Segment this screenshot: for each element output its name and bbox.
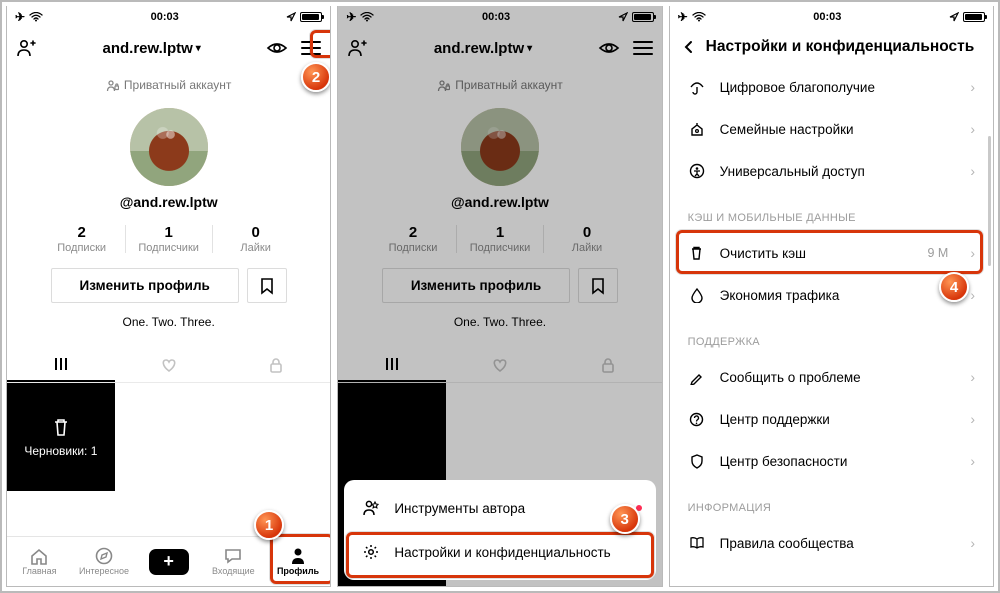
nav-discover[interactable]: Интересное bbox=[72, 537, 137, 586]
profile-title[interactable]: and.rew.lptw▾ bbox=[103, 40, 201, 57]
private-banner[interactable]: Приватный аккаунт bbox=[19, 72, 318, 98]
nav-profile[interactable]: Профиль bbox=[266, 537, 331, 586]
chevron-down-icon: ▾ bbox=[196, 43, 201, 54]
location-icon bbox=[286, 12, 296, 22]
user-star-icon bbox=[362, 499, 380, 517]
row-wellbeing[interactable]: Цифровое благополучие› bbox=[670, 66, 993, 108]
section-info: ИНФОРМАЦИЯ bbox=[670, 482, 993, 522]
row-family[interactable]: Семейные настройки› bbox=[670, 108, 993, 150]
row-rules[interactable]: Правила сообщества› bbox=[670, 522, 993, 564]
chevron-right-icon: › bbox=[970, 287, 975, 303]
row-safety[interactable]: Центр безопасности› bbox=[670, 440, 993, 482]
battery-icon bbox=[300, 12, 322, 22]
row-clear-cache[interactable]: Очистить кэш9 M› bbox=[670, 232, 993, 274]
chevron-right-icon: › bbox=[970, 121, 975, 137]
status-bar: ✈ 00:03 bbox=[670, 6, 993, 28]
scrollbar[interactable] bbox=[988, 136, 991, 266]
person-circle-icon bbox=[688, 162, 706, 180]
status-time: 00:03 bbox=[151, 11, 179, 23]
edit-profile-button[interactable]: Изменить профиль bbox=[51, 268, 239, 303]
stat-likes[interactable]: 0Лайки bbox=[213, 224, 299, 254]
cache-size: 9 M bbox=[927, 246, 948, 260]
callout-1: 1 bbox=[254, 510, 284, 540]
chevron-right-icon: › bbox=[970, 245, 975, 261]
status-bar: ✈ 00:03 bbox=[7, 6, 330, 28]
callout-3: 3 bbox=[610, 504, 640, 534]
book-icon bbox=[688, 534, 706, 552]
chevron-right-icon: › bbox=[970, 453, 975, 469]
menu-icon[interactable] bbox=[300, 37, 322, 59]
row-help[interactable]: Центр поддержки› bbox=[670, 398, 993, 440]
sheet-settings[interactable]: Настройки и конфиденциальность bbox=[344, 530, 655, 574]
nav-create[interactable]: + bbox=[136, 537, 201, 586]
stats-row: 2Подписки 1Подписчики 0Лайки bbox=[7, 224, 330, 254]
screenshot-canvas: ✈ 00:03 and.rew.lptw▾ Приватный аккаунт … bbox=[0, 0, 1000, 593]
back-icon[interactable] bbox=[682, 40, 696, 54]
nav-home[interactable]: Главная bbox=[7, 537, 72, 586]
question-icon bbox=[688, 410, 706, 428]
home-icon bbox=[688, 120, 706, 138]
sheet-creator-tools[interactable]: Инструменты автора bbox=[344, 486, 655, 530]
callout-2: 2 bbox=[301, 62, 331, 92]
settings-header: Настройки и конфиденциальность bbox=[670, 28, 993, 66]
tab-private[interactable] bbox=[223, 347, 331, 382]
stat-followers[interactable]: 1Подписчики bbox=[126, 224, 212, 254]
trash-icon bbox=[688, 244, 706, 262]
action-sheet: Инструменты автора Настройки и конфиденц… bbox=[344, 480, 655, 580]
airplane-icon: ✈ bbox=[15, 10, 25, 24]
add-user-icon[interactable] bbox=[15, 37, 37, 59]
phone-1: ✈ 00:03 and.rew.lptw▾ Приватный аккаунт … bbox=[6, 6, 331, 587]
battery-icon bbox=[963, 12, 985, 22]
nav-inbox[interactable]: Входящие bbox=[201, 537, 266, 586]
phone-3: ✈ 00:03 Настройки и конфиденциальность Ц… bbox=[669, 6, 994, 587]
tab-posts[interactable] bbox=[7, 347, 115, 382]
bookmark-button[interactable] bbox=[247, 268, 287, 303]
content-grid: Черновики: 1 bbox=[7, 383, 330, 491]
profile-header: and.rew.lptw▾ bbox=[7, 28, 330, 68]
stat-following[interactable]: 2Подписки bbox=[39, 224, 125, 254]
airplane-icon: ✈ bbox=[678, 10, 688, 24]
shield-icon bbox=[688, 452, 706, 470]
settings-list[interactable]: Цифровое благополучие› Семейные настройк… bbox=[670, 66, 993, 586]
umbrella-icon bbox=[688, 78, 706, 96]
row-accessibility[interactable]: Универсальный доступ› bbox=[670, 150, 993, 192]
drafts-label: Черновики: 1 bbox=[24, 444, 97, 458]
username: @and.rew.lptw bbox=[7, 194, 330, 210]
chevron-right-icon: › bbox=[970, 411, 975, 427]
phone-2: ✈ 00:03 and.rew.lptw▾ Приватный аккаунт … bbox=[337, 6, 662, 587]
content-tabs bbox=[7, 347, 330, 383]
settings-title: Настройки и конфиденциальность bbox=[706, 38, 975, 56]
row-report[interactable]: Сообщить о проблеме› bbox=[670, 356, 993, 398]
status-time: 00:03 bbox=[813, 11, 841, 23]
chevron-right-icon: › bbox=[970, 79, 975, 95]
trash-icon bbox=[51, 416, 71, 438]
gear-icon bbox=[362, 543, 380, 561]
chevron-right-icon: › bbox=[970, 535, 975, 551]
wifi-icon bbox=[692, 12, 706, 22]
drop-icon bbox=[688, 286, 706, 304]
eye-icon[interactable] bbox=[266, 37, 288, 59]
section-cache: КЭШ И МОБИЛЬНЫЕ ДАННЫЕ bbox=[670, 192, 993, 232]
bio: One. Two. Three. bbox=[7, 315, 330, 329]
avatar[interactable] bbox=[130, 108, 208, 186]
drafts-tile[interactable]: Черновики: 1 bbox=[7, 383, 115, 491]
bottom-nav: Главная Интересное + Входящие Профиль bbox=[7, 536, 330, 586]
tab-liked[interactable] bbox=[115, 347, 223, 382]
location-icon bbox=[949, 12, 959, 22]
lock-person-icon bbox=[106, 79, 119, 92]
chevron-right-icon: › bbox=[970, 369, 975, 385]
wifi-icon bbox=[29, 12, 43, 22]
callout-4: 4 bbox=[939, 272, 969, 302]
section-support: ПОДДЕРЖКА bbox=[670, 316, 993, 356]
pencil-icon bbox=[688, 368, 706, 386]
chevron-right-icon: › bbox=[970, 163, 975, 179]
private-label: Приватный аккаунт bbox=[124, 78, 232, 92]
